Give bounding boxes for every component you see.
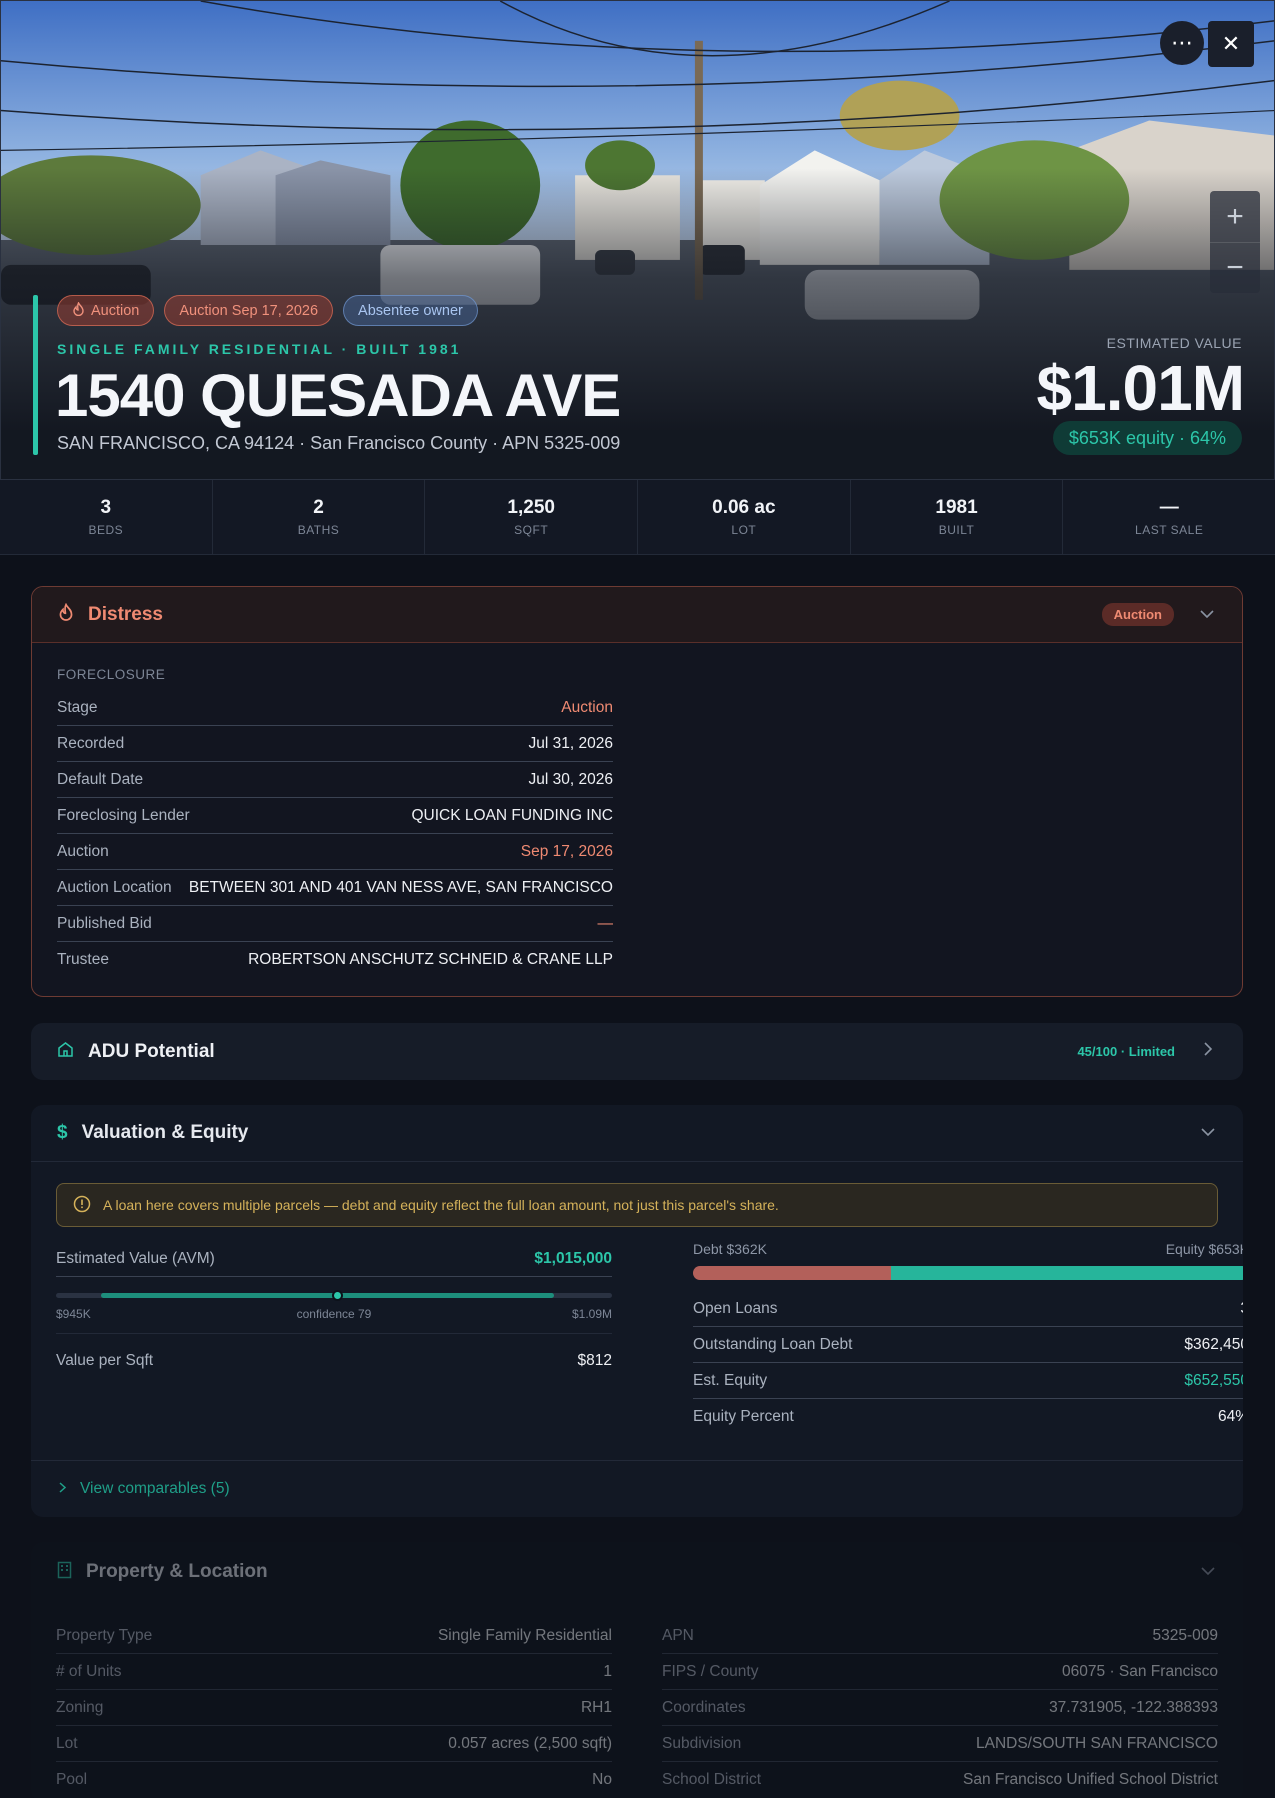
more-options-button[interactable]: ⋯ bbox=[1160, 21, 1204, 65]
distress-header[interactable]: Distress Auction bbox=[32, 587, 1242, 643]
kv-row: Open Loans3 bbox=[693, 1291, 1243, 1327]
equity-label: Equity $653K bbox=[1165, 1241, 1243, 1257]
kv-row: APN 5325-009 bbox=[662, 1618, 1218, 1654]
debt-segment bbox=[693, 1266, 892, 1280]
kv-row: Value per Sqft $812 bbox=[56, 1352, 612, 1369]
distress-status-badge: Auction bbox=[1101, 603, 1174, 626]
kv-row: Coordinates 37.731905, -122.388393 bbox=[662, 1690, 1218, 1726]
kv-row: Est. Equity $652,550 bbox=[693, 1363, 1243, 1399]
kv-row: # of Units 1 bbox=[56, 1654, 612, 1690]
stat-last-sale: — LAST SALE bbox=[1135, 497, 1204, 537]
absentee-owner-badge: Absentee owner bbox=[343, 295, 478, 326]
distress-title: Distress bbox=[88, 603, 163, 625]
loan-details: Open Loans3 Outstanding Loan Debt$362,45… bbox=[693, 1291, 1243, 1435]
foreclosure-details: FORECLOSURE Stage Auction Recorded Jul 31,… bbox=[57, 660, 613, 978]
kv-row: Estimated Value (AVM) $1,015,000 bbox=[56, 1241, 612, 1277]
zoom-out-button[interactable]: − bbox=[1210, 242, 1260, 293]
debt-equity-bar bbox=[693, 1266, 1243, 1280]
valuation-header[interactable]: $ Valuation & Equity bbox=[31, 1105, 1243, 1162]
range-point bbox=[332, 1290, 343, 1301]
building-icon bbox=[57, 1561, 72, 1584]
kv-row: Zoning RH1 bbox=[56, 1690, 612, 1726]
hero-badges: Auction Auction Sep 17, 2026 Absentee ow… bbox=[57, 295, 478, 326]
equity-pill: $653K equity · 64% bbox=[1052, 421, 1242, 455]
chevron-right-icon bbox=[59, 1480, 67, 1498]
property-details-left: Property Type Single Family Residential #… bbox=[56, 1618, 612, 1798]
hero-street-view: ⋯ ✕ + − Auction Auction Sep 17, 2026 Abs… bbox=[0, 0, 1275, 480]
range-confidence: confidence 79 bbox=[296, 1307, 372, 1321]
stat-beds: 3 BEDS bbox=[0, 480, 213, 554]
kv-row: Stage Auction bbox=[57, 690, 613, 726]
flame-icon bbox=[58, 602, 74, 626]
kv-row: Lot 0.057 acres (2,500 sqft) bbox=[56, 1726, 612, 1762]
per-sqft-details: Value per Sqft $812 bbox=[56, 1333, 612, 1388]
equity-segment bbox=[891, 1266, 1243, 1280]
dollar-icon: $ bbox=[57, 1122, 68, 1143]
adu-title: ADU Potential bbox=[88, 1040, 215, 1062]
stat-baths: 2 BATHS bbox=[213, 480, 426, 554]
hero-accent-bar bbox=[33, 295, 38, 455]
chevron-down-icon[interactable] bbox=[1199, 1124, 1217, 1142]
auction-badge: Auction bbox=[57, 295, 155, 326]
kv-row: Recorded Jul 31, 2026 bbox=[57, 726, 613, 762]
range-high: $1.09M bbox=[571, 1307, 612, 1321]
kv-row: Auction Sep 17, 2026 bbox=[57, 834, 613, 870]
adu-score: 45/100 · Limited bbox=[1077, 1044, 1175, 1059]
close-button[interactable]: ✕ bbox=[1208, 21, 1254, 67]
stat-built: 1981 BUILT bbox=[851, 480, 1064, 554]
view-comparables-link[interactable]: View comparables (5) bbox=[31, 1460, 1243, 1517]
property-subtitle: SINGLE FAMILY RESIDENTIAL · BUILT 1981 bbox=[57, 341, 462, 357]
kv-row: Pool No bbox=[56, 1771, 612, 1788]
valuation-card: $ Valuation & Equity A loan here covers … bbox=[31, 1105, 1243, 1517]
property-title-heading: Property & Location bbox=[86, 1561, 268, 1582]
debt-label: Debt $362K bbox=[693, 1241, 767, 1257]
range-fill bbox=[101, 1293, 554, 1298]
adu-header[interactable]: ADU Potential 45/100 · Limited bbox=[31, 1023, 1243, 1080]
stats-bar: 3 BEDS 2 BATHS 1,250 SQFT 0.06 ac LOT 19… bbox=[0, 480, 1275, 555]
valuation-title: Valuation & Equity bbox=[81, 1122, 249, 1143]
stat-sqft: 1,250 SQFT bbox=[425, 480, 639, 554]
kv-row: Auction Location BETWEEN 301 AND 401 VAN … bbox=[57, 870, 613, 906]
kv-row: Outstanding Loan Debt $362,450 bbox=[693, 1327, 1243, 1363]
property-title: 1540 QUESADA AVE bbox=[55, 362, 621, 429]
kv-row: School District San Francisco Unified Sch… bbox=[662, 1771, 1218, 1788]
close-icon: ✕ bbox=[1221, 31, 1241, 56]
kv-row: Default Date Jul 30, 2026 bbox=[57, 762, 613, 798]
more-horizontal-icon: ⋯ bbox=[1171, 30, 1193, 55]
chevron-down-icon[interactable] bbox=[1199, 1563, 1217, 1581]
property-details-right: APN 5325-009 FIPS / County 06075 · San Fra… bbox=[662, 1618, 1218, 1798]
estimated-value-label: ESTIMATED VALUE bbox=[1106, 335, 1242, 351]
kv-row: Subdivision LANDS/SOUTH SAN FRANCISCO bbox=[662, 1726, 1218, 1762]
warning-icon bbox=[73, 1195, 91, 1216]
chevron-right-icon[interactable] bbox=[1199, 1042, 1217, 1061]
auction-date-badge: Auction Sep 17, 2026 bbox=[164, 295, 334, 326]
avm-details: Estimated Value (AVM) $1,015,000 bbox=[56, 1241, 612, 1277]
kv-row: Foreclosing Lender QUICK LOAN FUNDING INC bbox=[57, 798, 613, 834]
flame-icon bbox=[72, 300, 85, 320]
kv-row: Property Type Single Family Residential bbox=[56, 1618, 612, 1654]
estimated-value: $1.01M bbox=[1036, 352, 1245, 424]
chevron-down-icon[interactable] bbox=[1198, 606, 1216, 624]
map-zoom-control: + − bbox=[1210, 191, 1260, 293]
multi-parcel-warning: A loan here covers multiple parcels — de… bbox=[56, 1183, 1218, 1227]
zoom-in-button[interactable]: + bbox=[1210, 191, 1260, 242]
foreclosure-section-label: FORECLOSURE bbox=[57, 667, 166, 682]
kv-row: FIPS / County 06075 · San Francisco bbox=[662, 1654, 1218, 1690]
adu-card[interactable]: ADU Potential 45/100 · Limited bbox=[31, 1023, 1243, 1080]
property-address: SAN FRANCISCO, CA 94124 · San Francisco … bbox=[57, 433, 621, 453]
property-location-card: Property & Location Property Type Single … bbox=[31, 1542, 1243, 1798]
kv-row: Equity Percent64% bbox=[693, 1408, 1243, 1425]
kv-row: Trustee ROBERTSON ANSCHUTZ SCHNEID & CRAN… bbox=[57, 951, 613, 968]
debt-equity-labels: Debt $362K Equity $653K bbox=[693, 1241, 1243, 1257]
property-header[interactable]: Property & Location bbox=[31, 1542, 1243, 1602]
stat-lot: 0.06 ac LOT bbox=[638, 480, 851, 554]
home-icon bbox=[57, 1041, 74, 1063]
kv-row: Published Bid — bbox=[57, 906, 613, 942]
distress-card: Distress Auction FORECLOSURE Stage Auctio… bbox=[31, 586, 1243, 997]
